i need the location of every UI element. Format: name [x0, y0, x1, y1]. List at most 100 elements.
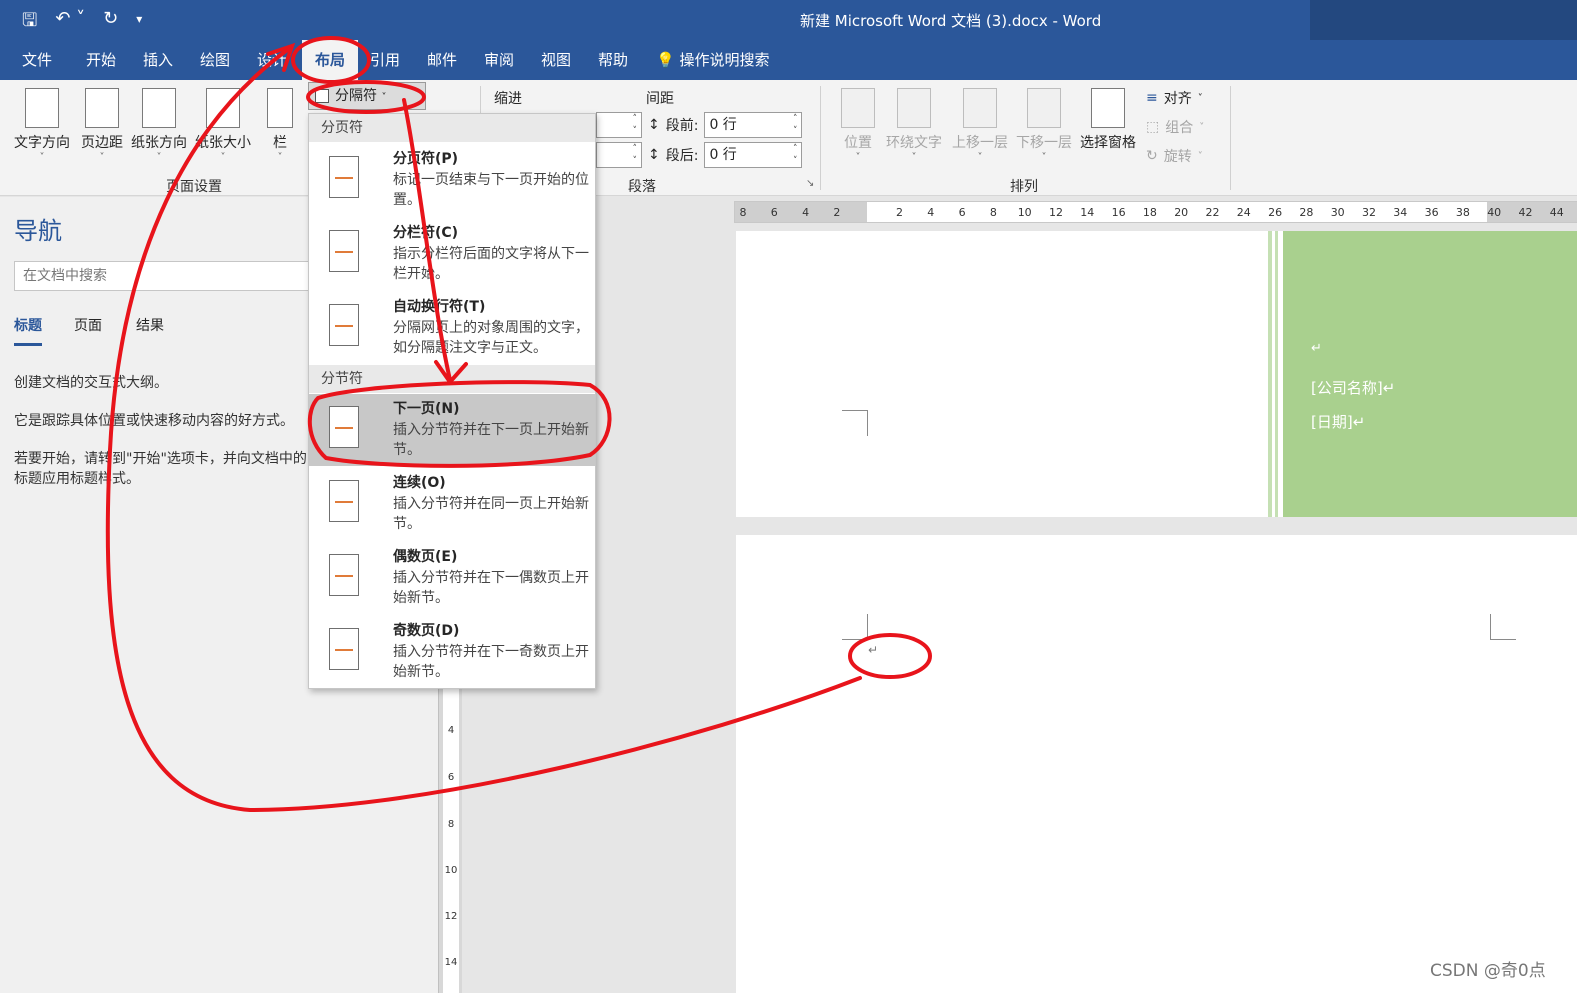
- ruler-tick: 6: [958, 206, 966, 219]
- tell-me-search[interactable]: 💡 操作说明搜索: [656, 40, 796, 80]
- breaks-button[interactable]: 分隔符 ˅: [308, 82, 426, 110]
- horizontal-ruler[interactable]: 8 6 4 2 2 4 6 8 10 12 14 16 18 20 22 24 26 28 30 32 34 36 38 40…: [734, 201, 1577, 223]
- spacing-label: 间距: [646, 91, 674, 107]
- undo-icon[interactable]: ↶ ˅: [55, 8, 85, 38]
- nav-tab-results[interactable]: 结果: [136, 315, 164, 335]
- margins-icon: [85, 88, 119, 128]
- redo-icon[interactable]: ↻: [103, 8, 118, 38]
- save-icon[interactable]: 🖫: [22, 8, 37, 38]
- cover-stripe: [1268, 231, 1272, 517]
- spacing-before-row: ↕ 段前: 0 行 ˄ ˅: [648, 112, 803, 138]
- menu-item-column-break[interactable]: 分栏符(C) 指示分栏符后面的文字将从下一栏开始。: [309, 218, 595, 290]
- tab-layout[interactable]: 布局: [302, 40, 358, 80]
- menu-item-continuous[interactable]: 连续(O) 插入分节符并在同一页上开始新节。: [309, 468, 595, 540]
- nav-title: 导航: [14, 217, 62, 245]
- tab-help[interactable]: 帮助: [590, 40, 636, 80]
- position-button[interactable]: 位置 ˅: [838, 88, 878, 163]
- margins-button[interactable]: 页边距 ˅: [76, 88, 128, 163]
- ruler-tick: 8: [989, 206, 997, 219]
- document-page-2[interactable]: [736, 535, 1577, 993]
- size-button[interactable]: 纸张大小 ˅: [192, 88, 254, 163]
- columns-button[interactable]: 栏 ˅: [262, 88, 298, 163]
- indent-right-input[interactable]: ˄ ˅: [596, 142, 642, 168]
- spin-arrows-icon: ˄ ˅: [632, 144, 638, 166]
- tab-view[interactable]: 视图: [533, 40, 579, 80]
- nav-hint-line: 创建文档的交互式大纲。: [14, 375, 168, 391]
- chevron-down-icon: ˅: [99, 152, 105, 163]
- chevron-down-icon: ˅: [855, 152, 861, 163]
- send-backward-button[interactable]: 下移一层 ˅: [1012, 88, 1076, 163]
- ruler-tick: 18: [1142, 206, 1157, 219]
- continuous-icon: [329, 480, 359, 522]
- paragraph-mark[interactable]: ↵: [868, 643, 878, 657]
- menu-item-page-break[interactable]: 分页符(P) 标记一页结束与下一页开始的位置。: [309, 144, 595, 216]
- paragraph-mark: ↵: [1311, 341, 1322, 356]
- menu-item-even-page[interactable]: 偶数页(E) 插入分节符并在下一偶数页上开始新节。: [309, 542, 595, 614]
- tab-file[interactable]: 文件: [14, 40, 60, 80]
- tab-review[interactable]: 审阅: [476, 40, 522, 80]
- ruler-tick: 12: [1049, 206, 1063, 219]
- indent-left-input[interactable]: ˄ ˅: [596, 112, 642, 138]
- ruler-tick: 14: [1080, 206, 1095, 219]
- tab-draw[interactable]: 绘图: [192, 40, 238, 80]
- chevron-down-icon: ˅: [277, 152, 283, 163]
- text-direction-button[interactable]: 文字方向 ˅: [10, 88, 74, 163]
- ruler-tick: 42: [1518, 206, 1533, 219]
- margin-corner-mark: [842, 614, 868, 640]
- lightbulb-icon: 💡: [656, 51, 675, 69]
- bring-forward-button[interactable]: 上移一层 ˅: [948, 88, 1012, 163]
- nav-tab-pages[interactable]: 页面: [74, 315, 102, 335]
- tab-home[interactable]: 开始: [78, 40, 124, 80]
- date-placeholder[interactable]: [日期]↵: [1311, 411, 1365, 432]
- nav-tab-headings[interactable]: 标题: [14, 315, 42, 346]
- nav-search-input[interactable]: 在文档中搜索: [14, 261, 314, 291]
- columns-icon: [267, 88, 293, 128]
- even-page-icon: [329, 554, 359, 596]
- menu-item-odd-page[interactable]: 奇数页(D) 插入分节符并在下一奇数页上开始新节。: [309, 616, 595, 688]
- arrange-group-label: 排列: [1010, 179, 1038, 195]
- ruler-tick: 4: [927, 206, 935, 219]
- quick-access-toolbar: 🖫 ↶ ˅ ↻ ▾: [22, 8, 142, 38]
- spacing-after-input[interactable]: 0 行 ˄ ˅: [704, 142, 803, 168]
- nav-hint-line: 它是跟踪具体位置或快速移动内容的好方式。: [14, 413, 294, 429]
- menu-item-next-page[interactable]: 下一页(N) 插入分节符并在下一页上开始新节。: [309, 394, 595, 466]
- customize-icon[interactable]: ▾: [136, 12, 142, 38]
- orientation-button[interactable]: 纸张方向 ˅: [128, 88, 190, 163]
- tab-insert[interactable]: 插入: [135, 40, 181, 80]
- ruler-tick: 2: [833, 206, 841, 219]
- ruler-tick: 4: [447, 725, 455, 736]
- menu-item-text-wrapping[interactable]: 自动换行符(T) 分隔网页上的对象周围的文字，如分隔题注文字与正文。: [309, 292, 595, 364]
- chevron-down-icon: ˅: [156, 152, 162, 163]
- rotate-button[interactable]: ↻ 旋转 ˅: [1146, 146, 1203, 166]
- nav-hint-line: 若要开始，请转到"开始"选项卡，并向文档中的标题应用标题样式。: [14, 451, 307, 487]
- company-placeholder[interactable]: [公司名称]↵: [1311, 377, 1395, 398]
- align-icon: ≡: [1146, 90, 1158, 106]
- column-break-icon: [329, 230, 359, 272]
- chevron-down-icon: ˅: [977, 152, 983, 163]
- ruler-tick: 8: [447, 819, 455, 830]
- dialog-launcher-icon[interactable]: ↘: [806, 178, 814, 189]
- group-button[interactable]: ⬚ 组合 ˅: [1146, 117, 1204, 137]
- chevron-down-icon: ˅: [381, 92, 387, 103]
- spacing-before-input[interactable]: 0 行 ˄ ˅: [704, 112, 803, 138]
- page-break-icon: [329, 156, 359, 198]
- group-icon: ⬚: [1146, 119, 1160, 135]
- cover-panel: ↵ [公司名称]↵ [日期]↵: [1283, 231, 1577, 517]
- divider: [820, 86, 821, 190]
- next-page-icon: [329, 406, 359, 448]
- wrap-text-button[interactable]: 环绕文字 ˅: [882, 88, 946, 163]
- odd-page-icon: [329, 628, 359, 670]
- page-setup-group-label: 页面设置: [166, 179, 222, 195]
- align-button[interactable]: ≡ 对齐 ˅: [1146, 88, 1203, 108]
- paper-size-icon: [206, 88, 240, 128]
- chevron-down-icon: ˅: [1041, 152, 1047, 163]
- spacing-after-icon: ↕: [648, 147, 660, 163]
- tab-design[interactable]: 设计: [249, 40, 295, 80]
- tab-mailings[interactable]: 邮件: [419, 40, 465, 80]
- ruler-tick: 22: [1205, 206, 1220, 219]
- ruler-tick: 24: [1236, 206, 1251, 219]
- tab-references[interactable]: 引用: [362, 40, 408, 80]
- selection-pane-button[interactable]: 选择窗格: [1076, 88, 1140, 152]
- spacing-after-row: ↕ 段后: 0 行 ˄ ˅: [648, 142, 803, 168]
- ruler-tick: 16: [1111, 206, 1126, 219]
